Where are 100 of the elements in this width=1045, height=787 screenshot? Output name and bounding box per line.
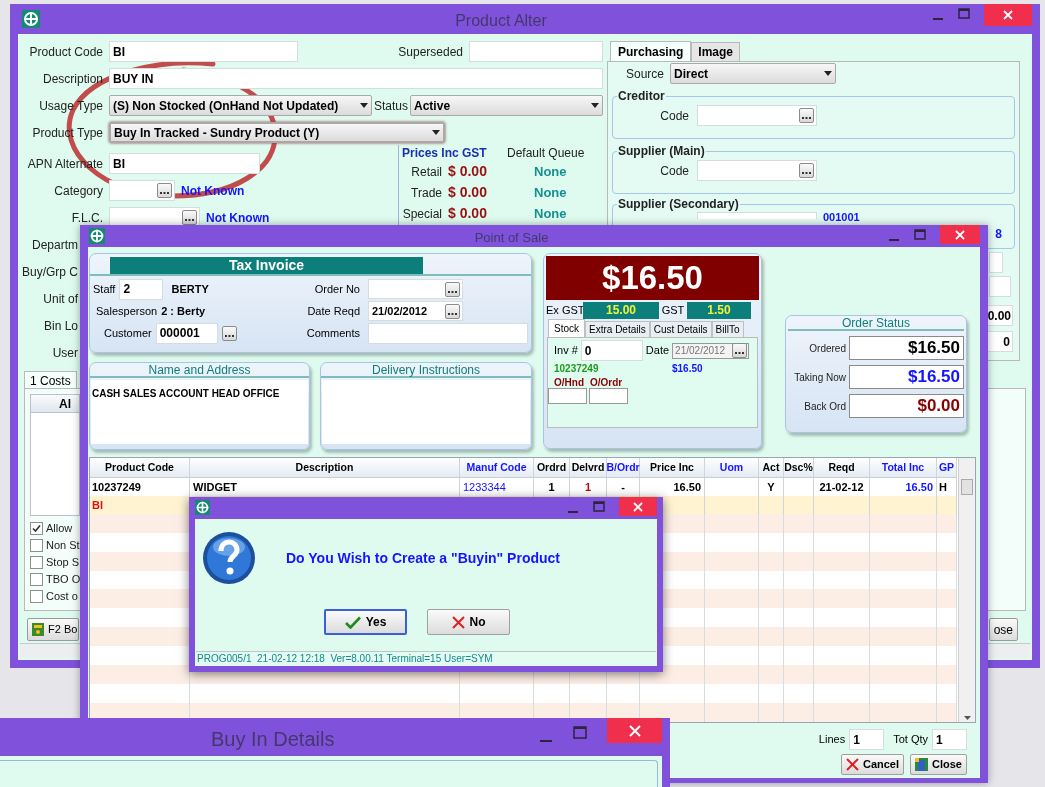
maximize-icon[interactable] — [573, 726, 587, 740]
maximize-icon[interactable] — [593, 501, 605, 513]
browse-button[interactable] — [445, 281, 460, 297]
close-button[interactable] — [619, 497, 657, 516]
scroll-down-icon[interactable] — [963, 716, 971, 720]
text-field[interactable]: BI — [109, 41, 298, 62]
checkbox-label: TBO O — [46, 572, 81, 588]
supplier-link[interactable]: 001001 — [823, 212, 860, 223]
text-field[interactable]: 1 — [932, 729, 967, 750]
text-field[interactable]: 1 — [849, 729, 885, 750]
text-field[interactable] — [989, 252, 1003, 273]
dialog-button[interactable]: Yes — [324, 609, 407, 635]
browse-button[interactable] — [445, 303, 460, 319]
text-field[interactable]: 0.00 — [987, 305, 1013, 326]
column-header[interactable]: Reqd — [814, 458, 870, 477]
maximize-icon[interactable] — [914, 229, 926, 241]
close-button[interactable] — [607, 718, 662, 743]
field-label: Date Reqd — [306, 303, 360, 319]
text-field[interactable] — [469, 41, 603, 62]
text-field[interactable]: 000001 — [155, 322, 218, 344]
tab[interactable]: BillTo — [711, 321, 744, 337]
close-icon — [628, 724, 641, 737]
lookup-field[interactable] — [697, 160, 817, 181]
tab[interactable]: Cust Details — [649, 321, 712, 337]
column-header[interactable]: GP — [937, 458, 957, 477]
app-icon — [195, 500, 210, 515]
onhand-field[interactable] — [548, 388, 587, 404]
f2-button[interactable]: F2 Bo — [27, 618, 79, 641]
field-label: Superseded — [398, 43, 463, 61]
tab[interactable]: Purchasing — [610, 41, 692, 61]
lookup-field[interactable] — [109, 180, 175, 201]
text-field[interactable]: 0 — [987, 331, 1013, 352]
lookup-field[interactable] — [368, 279, 463, 299]
browse-button[interactable] — [732, 343, 748, 358]
tab[interactable]: Image — [691, 42, 741, 61]
close-button[interactable] — [940, 225, 980, 244]
dropdown[interactable]: Buy In Tracked - Sundry Product (Y) — [109, 122, 445, 143]
lookup-field[interactable] — [697, 105, 817, 126]
column-header[interactable]: Product Code — [90, 458, 190, 477]
cancel-button[interactable]: Cancel — [840, 754, 905, 775]
panel-heading: Name and Address — [148, 361, 251, 379]
browse-button[interactable] — [799, 163, 814, 178]
checkbox-label: Stop S — [46, 555, 80, 571]
invoice-heading: Tax Invoice — [110, 257, 423, 274]
date-field[interactable]: 21/02/2012 — [368, 301, 463, 321]
column-header[interactable]: Uom — [705, 458, 759, 477]
close-icon — [1003, 10, 1013, 20]
close-button[interactable] — [984, 4, 1032, 26]
checkbox[interactable] — [30, 539, 43, 552]
text-field[interactable]: BUY IN — [109, 68, 603, 89]
column-header[interactable]: Act — [759, 458, 784, 477]
checkbox[interactable] — [30, 556, 43, 569]
column-header[interactable]: Total Inc — [870, 458, 937, 477]
maximize-icon[interactable] — [958, 8, 970, 20]
column-header[interactable]: Ordrd — [534, 458, 570, 477]
column-header[interactable]: Description — [190, 458, 460, 477]
text-field[interactable] — [989, 276, 1011, 297]
dialog-status-bar: PROG005/1 21-02-12 12:18 Ver=8.00.11 Terminal=15 User=SYM — [196, 651, 656, 665]
dropdown[interactable]: (S) Non Stocked (OnHand Not Updated) — [109, 95, 372, 116]
status-amount: $16.50 — [849, 336, 964, 360]
table-cell-text: 10237249 — [92, 479, 141, 495]
price-label: Trade — [410, 184, 442, 202]
dropdown[interactable]: Active — [410, 95, 603, 116]
address-box[interactable]: CASH SALES ACCOUNT HEAD OFFICE — [91, 380, 308, 444]
browse-button[interactable] — [157, 183, 172, 198]
tab[interactable]: 1 Costs — [24, 371, 77, 388]
dialog-button[interactable]: No — [427, 609, 510, 635]
browse-button[interactable] — [182, 210, 197, 225]
text-field[interactable]: 2 — [119, 278, 164, 300]
checkbox[interactable] — [30, 573, 43, 586]
column-header[interactable]: Dsc% — [784, 458, 814, 477]
column-header[interactable]: B/Ordr — [607, 458, 640, 477]
flc-link[interactable]: Not Known — [206, 208, 270, 227]
caret-icon — [360, 103, 368, 108]
lookup-field[interactable] — [697, 212, 817, 219]
browse-button[interactable] — [799, 108, 814, 123]
dropdown[interactable]: Direct — [670, 63, 837, 84]
checkbox[interactable] — [30, 590, 43, 603]
text-field[interactable]: BI — [109, 153, 260, 174]
onorder-field[interactable] — [589, 388, 628, 404]
close-button[interactable]: Close — [910, 754, 967, 775]
scrollbar[interactable] — [958, 458, 975, 722]
column-header[interactable]: Price Inc — [640, 458, 705, 477]
date-field[interactable]: 21/02/2012 — [672, 342, 750, 359]
price-value: $ 0.00 — [448, 183, 488, 202]
price-value: $ 0.00 — [448, 204, 488, 223]
field-label: Order No — [313, 281, 360, 297]
group-title: Supplier (Secondary) — [617, 197, 740, 211]
tab[interactable]: Stock — [548, 319, 585, 337]
browse-button[interactable] — [221, 325, 237, 341]
door-icon — [915, 758, 929, 771]
tab[interactable]: Extra Details — [585, 321, 650, 337]
text-field[interactable] — [368, 322, 528, 344]
supplier-link[interactable]: 8 — [995, 225, 1002, 243]
column-header[interactable]: Manuf Code — [460, 458, 534, 477]
scroll-thumb[interactable] — [961, 479, 973, 495]
checkbox[interactable] — [30, 522, 43, 535]
text-field[interactable]: 0 — [580, 340, 643, 361]
close-button[interactable]: ose — [989, 618, 1018, 641]
column-header[interactable]: Delvrd — [570, 458, 607, 477]
